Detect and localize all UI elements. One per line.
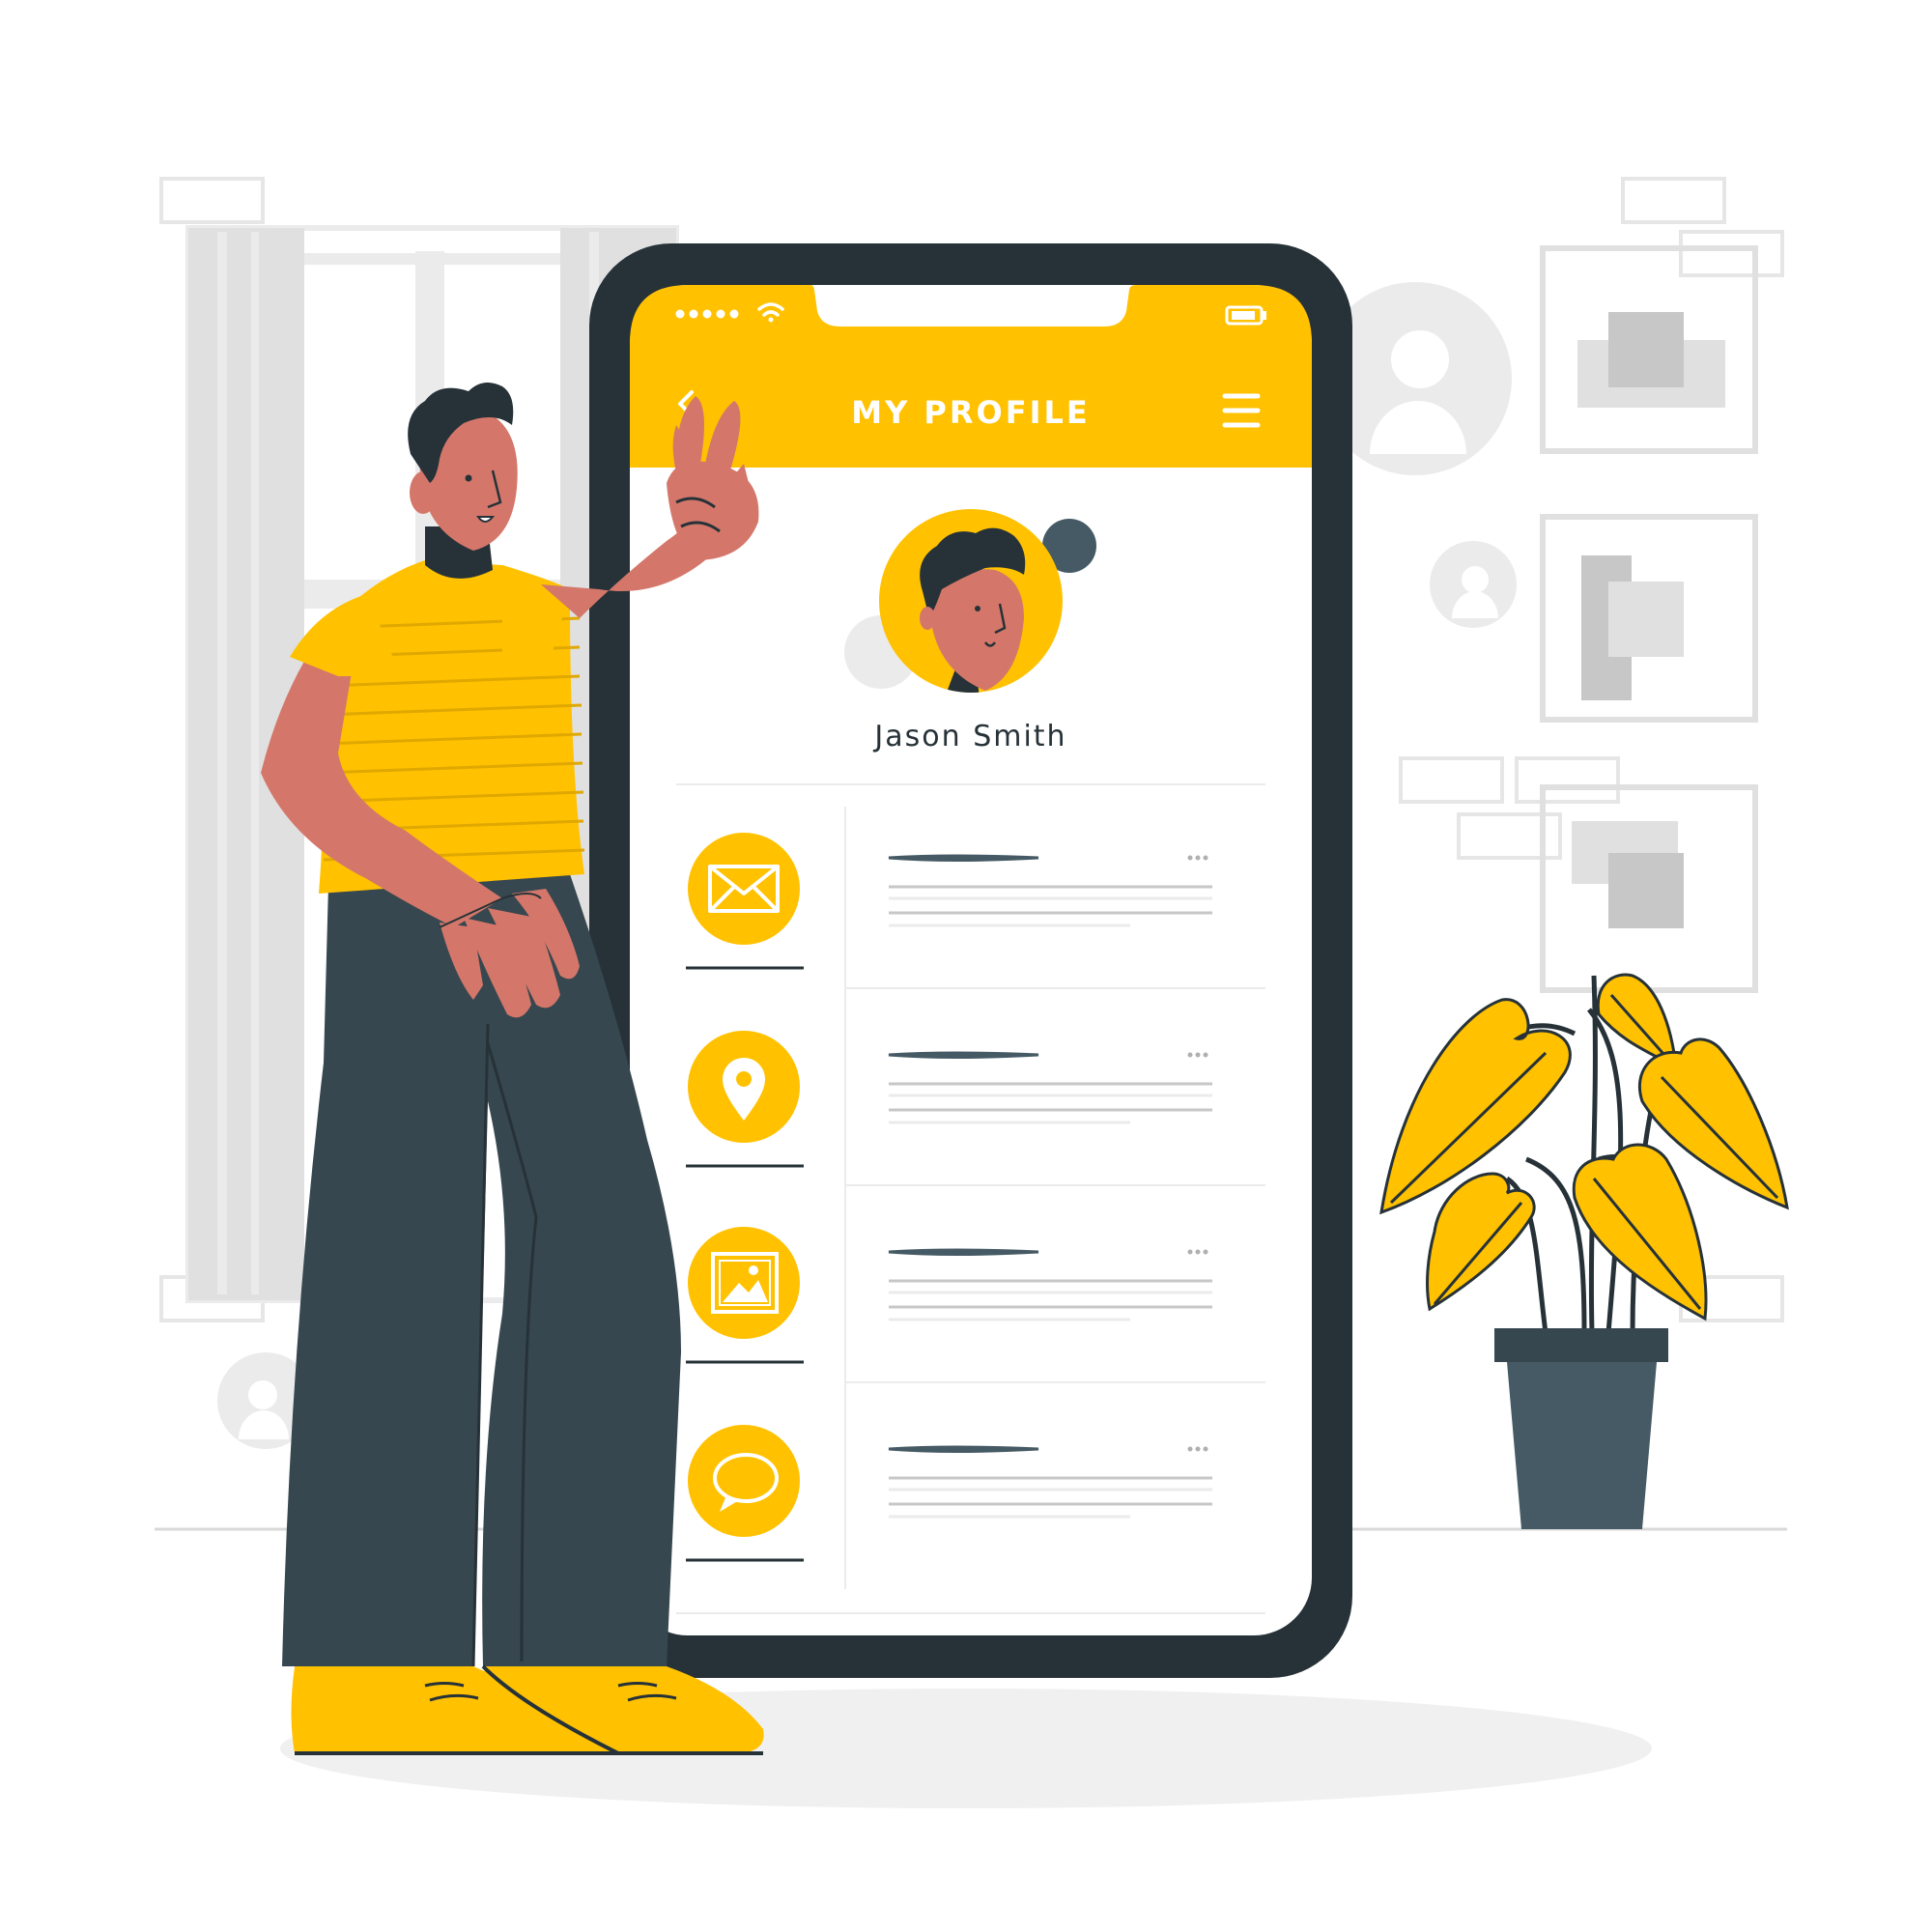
wall-box bbox=[159, 177, 265, 224]
speaker-grille bbox=[930, 290, 1011, 298]
more-dots-icon[interactable] bbox=[1187, 1446, 1208, 1452]
illustration-scene: MY PROFILE Jason Smith bbox=[155, 177, 1789, 1808]
leaf bbox=[1426, 1172, 1536, 1312]
bg-user-circle-small bbox=[1430, 541, 1517, 628]
more-dots-icon[interactable] bbox=[1187, 1249, 1208, 1255]
wall-box bbox=[1679, 230, 1784, 277]
more-dots-icon[interactable] bbox=[1187, 855, 1208, 861]
plant-pot-rim bbox=[1494, 1328, 1668, 1362]
wall-box bbox=[1515, 756, 1620, 804]
wall-box bbox=[1621, 177, 1726, 224]
picture-frame-3 bbox=[1540, 784, 1758, 993]
plant-pot bbox=[1507, 1362, 1657, 1529]
shoe-right bbox=[483, 1666, 764, 1753]
profile-name: Jason Smith bbox=[872, 720, 1066, 753]
phone: MY PROFILE Jason Smith bbox=[589, 243, 1352, 1678]
picture-frame-1 bbox=[1540, 245, 1758, 454]
more-dots-icon[interactable] bbox=[1187, 1052, 1208, 1058]
wall-box bbox=[1399, 756, 1504, 804]
picture-frame-2 bbox=[1540, 514, 1758, 723]
page-title: MY PROFILE bbox=[851, 394, 1090, 431]
potted-plant bbox=[1379, 973, 1789, 1529]
